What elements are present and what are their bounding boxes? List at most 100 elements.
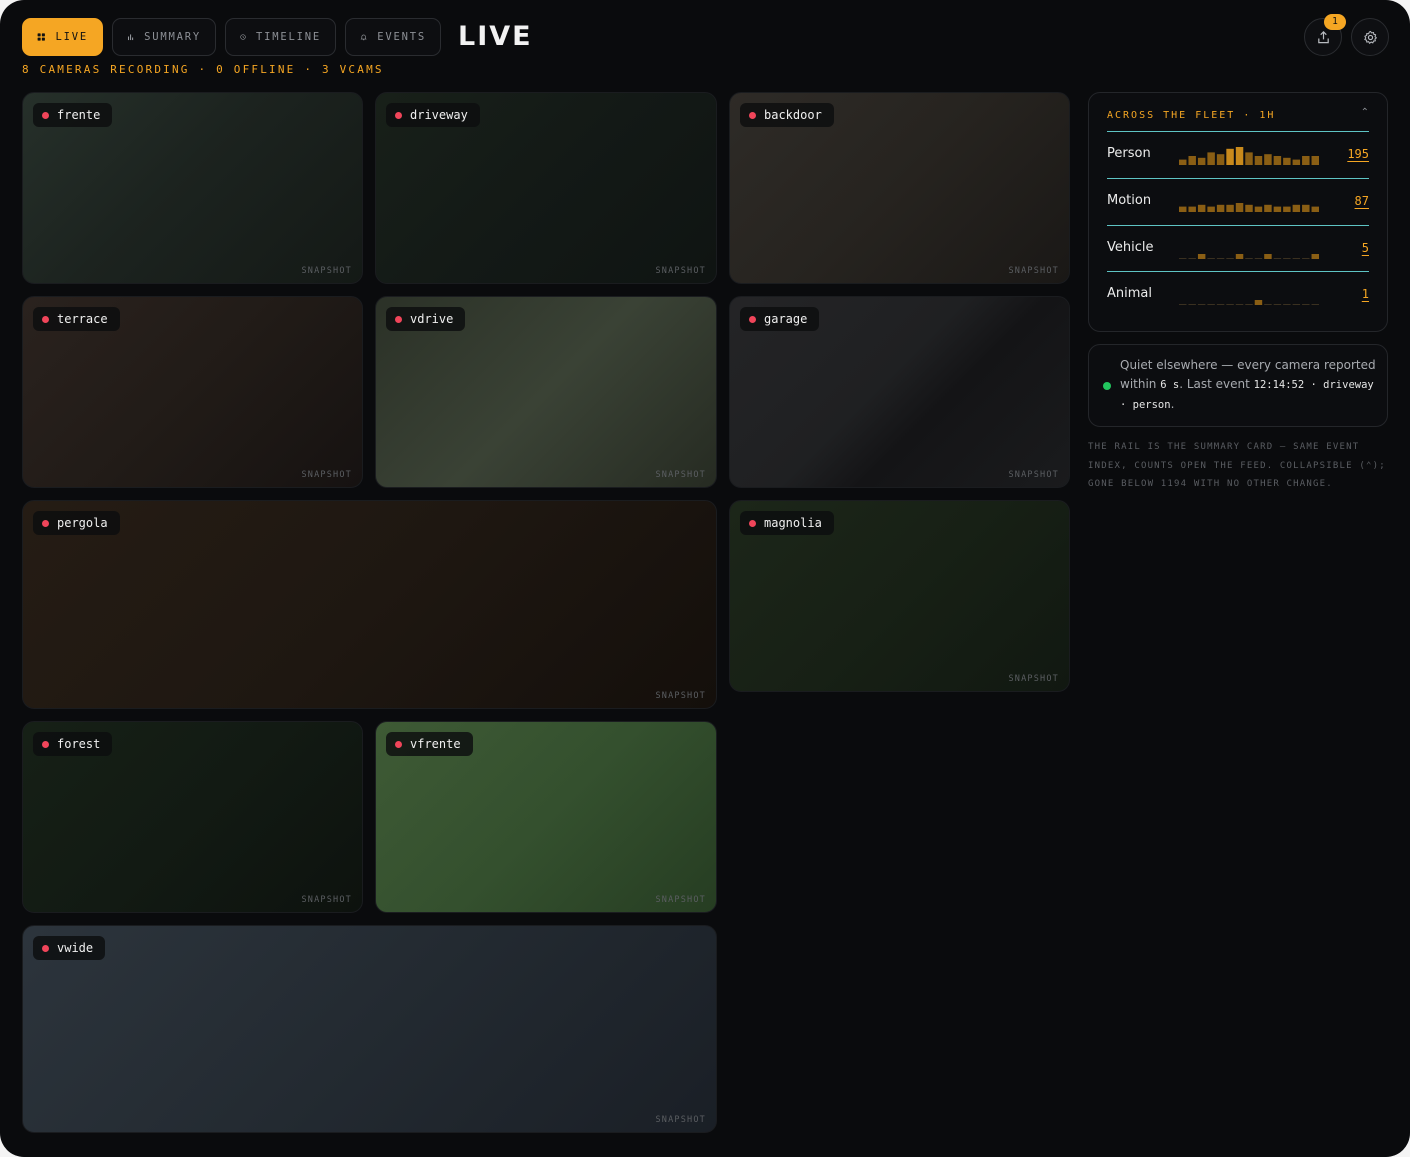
camera-label: magnolia [740,511,834,535]
camera-tile-frente[interactable]: frente SNAPSHOT [22,92,363,284]
person-sparkline [1179,147,1319,165]
tab-events[interactable]: EVENTS [345,18,441,56]
spark-bar [1179,159,1187,165]
spark-bar [1216,204,1225,212]
event-type-label: Vehicle [1107,240,1154,255]
recording-dot-icon [42,944,49,952]
settings-button[interactable] [1351,18,1389,56]
tab-timeline[interactable]: TIMELINE [225,18,336,56]
spark-bar [1235,147,1244,165]
spark-bar [1245,204,1253,212]
export-count-badge: 1 [1324,14,1346,30]
spark-bar [1273,304,1282,305]
spark-bar [1254,300,1263,305]
fleet-row-animal[interactable]: Animal 1 [1107,271,1369,317]
quiet-status-card: Quiet elsewhere — every camera reported … [1088,344,1388,427]
status-ok-dot-icon [1103,382,1111,390]
tab-live[interactable]: LIVE [22,18,103,56]
rail-note: THE RAIL IS THE SUMMARY CARD — SAME EVEN… [1088,442,1386,489]
camera-label: pergola [33,511,120,535]
bell-icon [360,34,367,41]
spark-bar [1292,258,1301,259]
camera-tile-vdrive[interactable]: vdrive SNAPSHOT [375,296,717,488]
event-type-label: Animal [1107,286,1152,301]
camera-tile-vwide[interactable]: vwide SNAPSHOT [22,925,717,1133]
camera-label: vwide [33,936,106,960]
tab-events-label: EVENTS [377,31,426,43]
recording-dot-icon [395,740,402,748]
event-count-link[interactable]: 1 [1362,287,1369,301]
camera-label: backdoor [740,103,834,127]
spark-bar [1273,156,1282,165]
collapse-chevron-icon[interactable]: ⌃ [1361,107,1369,118]
spark-bar [1226,204,1234,212]
spark-bar [1302,204,1310,212]
camera-name: terrace [57,312,108,326]
event-count-link[interactable]: 87 [1355,194,1369,208]
camera-name: vfrente [410,737,461,751]
event-count-link[interactable]: 195 [1347,147,1369,161]
spark-bar [1311,254,1319,259]
spark-bar [1254,206,1263,212]
recording-dot-icon [395,111,402,119]
recording-dot-icon [42,740,49,748]
spark-bar [1245,304,1253,305]
tab-summary[interactable]: SUMMARY [112,18,216,56]
camera-name: pergola [57,516,108,530]
spark-bar [1273,258,1282,259]
camera-tile-backdoor[interactable]: backdoor SNAPSHOT [729,92,1070,284]
spark-bar [1188,156,1196,165]
camera-tile-driveway[interactable]: driveway SNAPSHOT [375,92,717,284]
tab-live-label: LIVE [55,31,88,43]
spark-bar [1273,206,1282,212]
spark-bar [1216,154,1225,165]
spark-bar [1179,258,1187,259]
snapshot-badge: SNAPSHOT [301,266,352,276]
spark-bar [1226,148,1234,165]
spark-bar [1311,156,1319,165]
camera-tile-magnolia[interactable]: magnolia SNAPSHOT [729,500,1070,692]
recording-dot-icon [749,111,756,119]
camera-tile-garage[interactable]: garage SNAPSHOT [729,296,1070,488]
camera-label: driveway [386,103,480,127]
fleet-row-motion[interactable]: Motion 87 [1107,178,1369,224]
spark-bar [1264,254,1272,259]
spark-bar [1302,258,1310,259]
camera-tile-vfrente[interactable]: vfrente SNAPSHOT [375,721,717,913]
animal-sparkline [1179,300,1319,305]
camera-label: vdrive [386,307,466,331]
camera-name: driveway [410,108,468,122]
spark-bar [1292,204,1301,212]
fleet-row-vehicle[interactable]: Vehicle 5 [1107,225,1369,271]
report-latency: 6 s [1160,379,1180,391]
clock-icon [240,34,246,40]
spark-bar [1197,204,1206,212]
tab-timeline-label: TIMELINE [256,31,321,43]
snapshot-badge: SNAPSHOT [1008,674,1059,684]
spark-bar [1302,156,1310,165]
event-count-link[interactable]: 5 [1362,241,1369,255]
camera-label: forest [33,732,113,756]
spark-bar [1254,156,1263,165]
spark-bar [1216,304,1225,305]
camera-tile-terrace[interactable]: terrace SNAPSHOT [22,296,363,488]
camera-tile-forest[interactable]: forest SNAPSHOT [22,721,363,913]
spark-bar [1292,304,1301,305]
recording-dot-icon [42,519,49,527]
snapshot-badge: SNAPSHOT [301,895,352,905]
gear-icon [1363,30,1377,44]
snapshot-badge: SNAPSHOT [655,895,706,905]
share-upload-icon [1317,30,1329,43]
fleet-summary-heading: ACROSS THE FLEET · 1H [1107,110,1276,121]
motion-sparkline [1179,203,1319,212]
fleet-row-person[interactable]: Person 195 [1107,131,1369,177]
spark-bar [1207,152,1215,165]
snapshot-badge: SNAPSHOT [655,691,706,701]
camera-label: terrace [33,307,120,331]
camera-label: garage [740,307,820,331]
spark-bar [1226,304,1234,305]
camera-name: backdoor [764,108,822,122]
camera-tile-pergola[interactable]: pergola SNAPSHOT [22,500,717,709]
event-type-label: Person [1107,146,1151,161]
spark-bar [1188,258,1196,259]
